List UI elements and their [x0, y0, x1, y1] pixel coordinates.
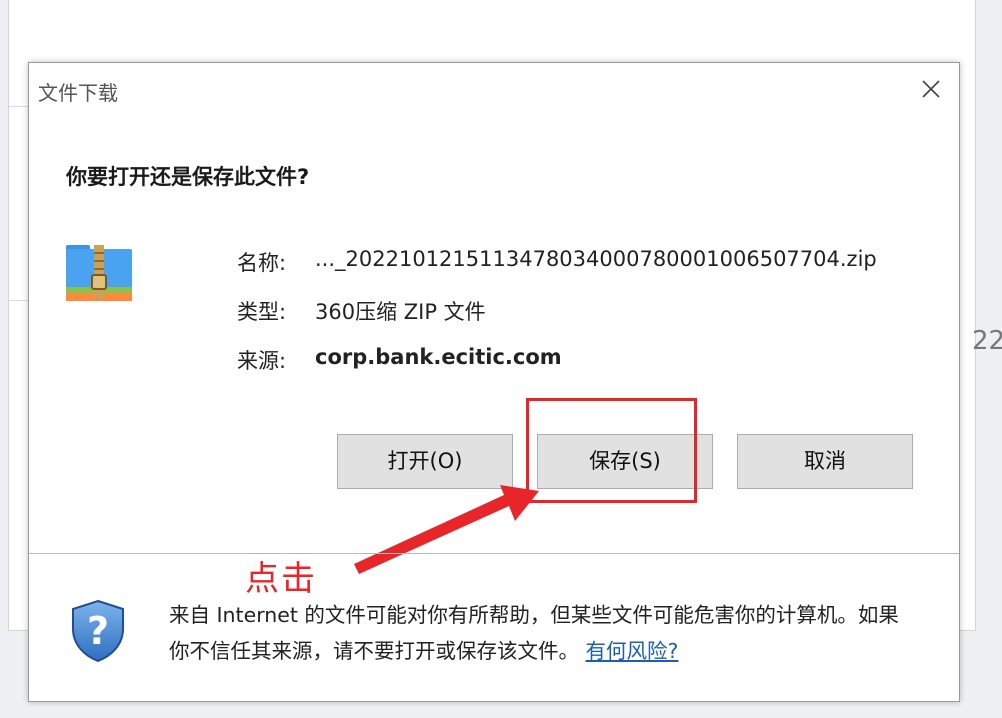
- dialog-title: 文件下载: [38, 81, 118, 105]
- svg-text:?: ?: [87, 609, 109, 653]
- open-button[interactable]: 打开(O): [337, 434, 513, 489]
- dialog-divider: [29, 553, 959, 554]
- type-label: 类型:: [237, 300, 287, 324]
- zip-archive-icon: [66, 245, 132, 301]
- type-value: 360压缩 ZIP 文件: [315, 300, 486, 324]
- name-label: 名称:: [237, 251, 287, 275]
- dialog-question: 你要打开还是保存此文件?: [66, 165, 310, 189]
- close-button[interactable]: [913, 71, 949, 107]
- security-warning: 来自 Internet 的文件可能对你有所帮助，但某些文件可能危害你的计算机。如…: [169, 597, 909, 669]
- name-value: ..._20221012151134780340007800010065077​…: [315, 247, 877, 271]
- shield-question-icon: ?: [72, 599, 124, 663]
- annotation-click-label: 点击: [245, 559, 317, 599]
- source-value: corp.bank.ecitic.com: [315, 345, 562, 369]
- source-label: 来源:: [237, 349, 287, 373]
- warning-text: 来自 Internet 的文件可能对你有所帮助，但某些文件可能危害你的计算机。如…: [169, 603, 899, 663]
- annotation-highlight-box: [526, 398, 697, 503]
- risk-link[interactable]: 有何风险?: [586, 639, 679, 663]
- cancel-button[interactable]: 取消: [737, 434, 913, 489]
- file-download-dialog: 文件下载 你要打开还是保存此文件? 名称: ..._20221012151134…: [28, 62, 960, 702]
- background-partial-text: 22-: [972, 326, 1002, 356]
- close-icon: [922, 80, 940, 98]
- dialog-titlebar[interactable]: 文件下载: [29, 63, 959, 115]
